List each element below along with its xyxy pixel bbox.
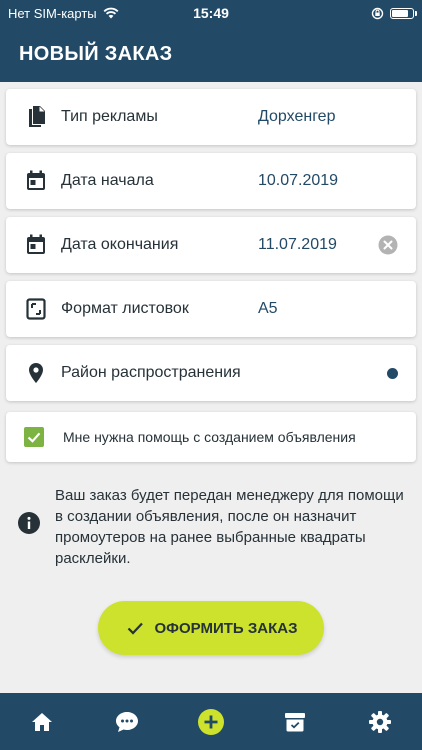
submit-order-label: ОФОРМИТЬ ЗАКАЗ [154,619,298,637]
help-checkbox-label: Мне нужна помощь с созданием объявления [63,429,356,445]
flyer-format-field[interactable]: Формат листовок А5 [6,281,416,337]
document-icon [29,106,45,127]
battery-icon [390,7,417,19]
box-icon [285,712,306,731]
carrier-text: Нет SIM-карты [8,5,97,21]
district-field[interactable]: Район распространения [6,345,416,401]
bottom-tab-bar [0,693,422,750]
chat-icon [115,711,138,732]
flyer-format-label: Формат листовок [61,300,189,317]
status-bar: Нет SIM-карты 15:49 [0,0,422,26]
tab-chat[interactable] [105,700,149,744]
end-date-label: Дата окончания [61,236,179,253]
checkmark-icon [127,622,143,635]
page-header: НОВЫЙ ЗАКАЗ [0,26,422,82]
settings-icon [368,710,391,733]
flyer-format-value: А5 [258,300,278,317]
add-icon [197,708,224,735]
wifi-icon [103,7,119,19]
end-date-field[interactable]: Дата окончания 11.07.2019 [6,217,416,273]
page-title: НОВЫЙ ЗАКАЗ [19,42,173,65]
ad-type-value: Дорхенгер [258,108,336,125]
clear-icon[interactable] [378,235,398,255]
info-message: Ваш заказ будет передан менеджеру для по… [55,487,404,567]
tab-settings[interactable] [358,700,402,744]
crop-frame-icon [26,298,46,320]
district-label: Район распространения [61,364,241,381]
orientation-lock-icon [371,7,384,19]
home-icon [32,712,53,731]
status-left: Нет SIM-карты [8,6,119,21]
end-date-value: 11.07.2019 [258,236,337,253]
checkmark-icon [27,432,41,443]
ad-type-field[interactable]: Тип рекламы Дорхенгер [6,89,416,145]
submit-order-button[interactable]: ОФОРМИТЬ ЗАКАЗ [98,601,324,655]
calendar-icon [27,170,45,190]
tab-home[interactable] [20,700,64,744]
start-date-label: Дата начала [61,172,154,189]
calendar-icon [27,234,45,254]
help-checkbox-row[interactable]: Мне нужна помощь с созданием объявления [6,412,416,462]
help-checkbox[interactable] [24,427,44,447]
district-indicator-dot [387,368,398,379]
info-icon [18,512,40,534]
start-date-value: 10.07.2019 [258,172,339,189]
tab-orders[interactable] [273,700,317,744]
tab-new-order[interactable] [189,700,233,744]
ad-type-label: Тип рекламы [61,108,158,125]
start-date-field[interactable]: Дата начала 10.07.2019 [6,153,416,209]
location-pin-icon [29,363,43,383]
status-right [371,7,417,20]
